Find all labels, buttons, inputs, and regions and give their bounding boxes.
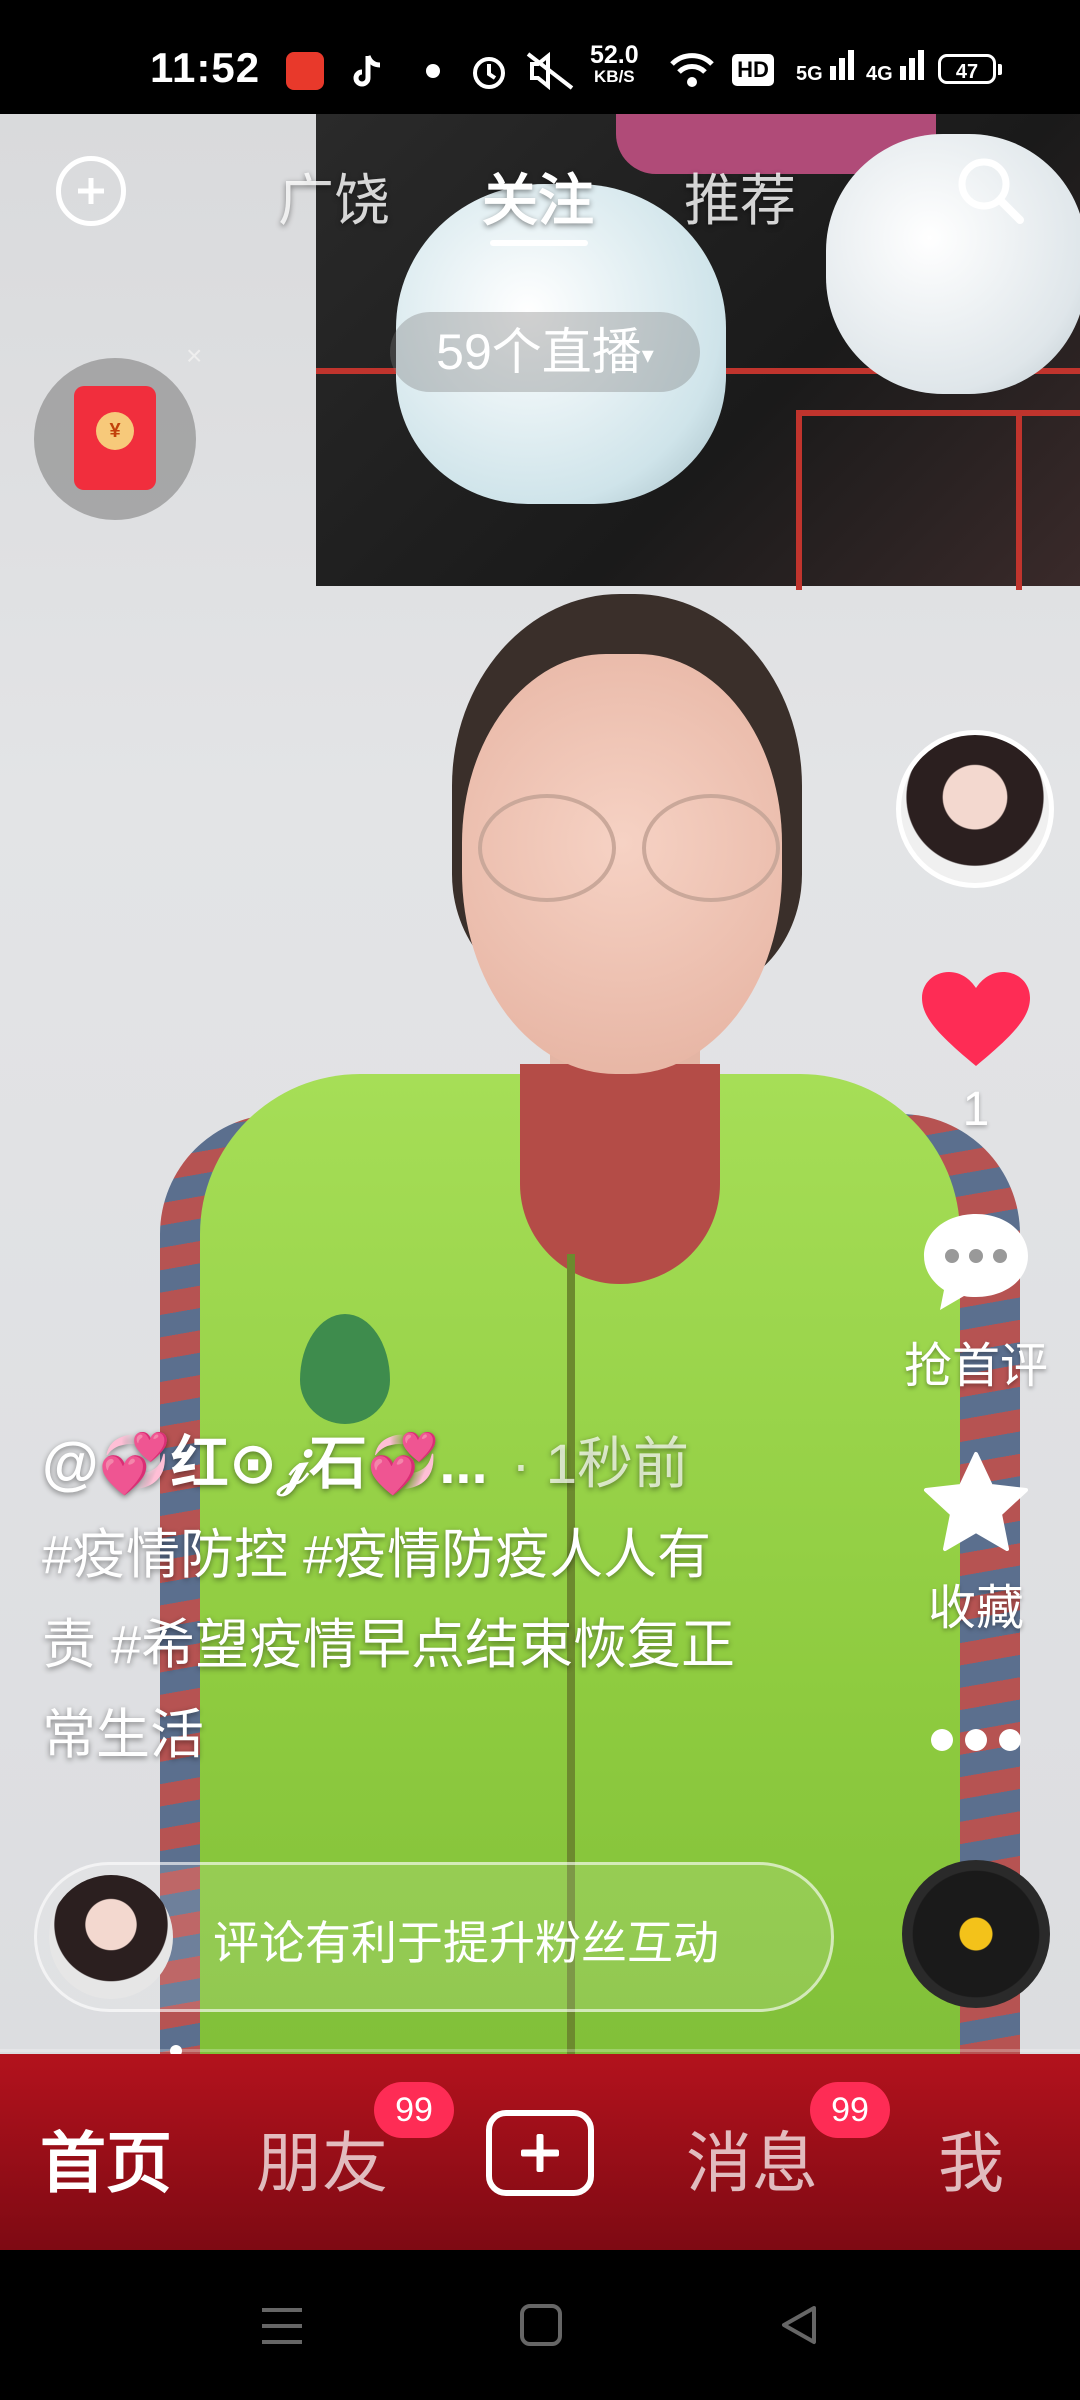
tab-friends[interactable]: 朋友	[256, 2110, 388, 2206]
signal-4g-label: 4G	[866, 63, 893, 85]
messages-badge: 99	[810, 2082, 890, 2138]
tab-following[interactable]: 关注	[482, 156, 594, 237]
post-caption: @💞红⊙𝒿石💞... · 1秒前 #疫情防控 #疫情防疫人人有责 #希望疫情早点结…	[42, 1424, 762, 1780]
author-line: @💞红⊙𝒿石💞... · 1秒前	[42, 1424, 762, 1504]
alarm-icon	[473, 57, 505, 89]
like-count: 1	[962, 1083, 990, 1136]
heart-icon[interactable]	[920, 970, 1032, 1070]
red-packet-button[interactable]: ¥	[34, 358, 196, 520]
signal-5g-label: 5G	[796, 63, 823, 85]
author-name[interactable]: @💞红⊙𝒿石💞...	[42, 1431, 488, 1496]
post-time: · 1秒前	[511, 1432, 690, 1495]
network-speed-value: 52.0	[590, 41, 639, 69]
tab-me[interactable]: 我	[938, 2110, 1004, 2206]
menu-icon[interactable]	[258, 2304, 306, 2348]
video-progress-track[interactable]	[0, 2049, 1080, 2052]
comment-icon[interactable]	[918, 1210, 1034, 1314]
more-icon[interactable]	[930, 1728, 1022, 1752]
status-bar: 11:52 52.0 KB/S HD 5G 4G 47	[0, 0, 1080, 114]
favorite-label: 收藏	[927, 1582, 1024, 1635]
comment-label: 抢首评	[903, 1340, 1048, 1393]
tab-local[interactable]: 广饶	[278, 156, 390, 237]
search-icon[interactable]	[954, 154, 1026, 226]
system-navigation-bar	[0, 2250, 1080, 2400]
close-icon[interactable]: ×	[186, 340, 202, 372]
glasses-left-lens	[478, 794, 616, 902]
star-icon[interactable]	[920, 1450, 1032, 1558]
back-icon[interactable]	[776, 2302, 822, 2348]
active-tab-indicator	[490, 240, 588, 246]
create-video-button[interactable]	[486, 2110, 594, 2196]
tiktok-app-icon	[353, 55, 381, 87]
hd-icon: HD	[732, 54, 774, 86]
mute-icon	[526, 52, 574, 90]
network-speed: 52.0 KB/S	[590, 41, 639, 88]
chevron-down-icon: ▾	[641, 341, 654, 369]
tab-messages[interactable]: 消息	[686, 2110, 818, 2206]
user-avatar	[49, 1875, 173, 1999]
author-avatar[interactable]	[896, 730, 1054, 888]
comment-input-bar[interactable]: 评论有利于提升粉丝互动	[34, 1862, 834, 2012]
post-description[interactable]: #疫情防控 #疫情防疫人人有责 #希望疫情早点结束恢复正常生活	[42, 1510, 742, 1780]
network-speed-unit: KB/S	[594, 67, 635, 86]
battery-icon: 47	[938, 54, 1002, 84]
coin-icon: ¥	[96, 412, 134, 450]
toutiao-app-icon	[286, 52, 324, 90]
wifi-icon	[670, 53, 714, 87]
red-packet-icon: ¥	[74, 386, 156, 490]
glasses-right-lens	[642, 794, 780, 902]
signal-4g-icon: 4G	[866, 50, 925, 86]
status-time: 11:52	[150, 44, 261, 91]
signal-5g-icon: 5G	[796, 50, 855, 86]
tab-recommended[interactable]: 推荐	[684, 156, 796, 237]
vest-collar	[520, 1064, 720, 1284]
notification-dot	[426, 64, 440, 78]
add-circle-icon[interactable]	[56, 156, 126, 226]
tab-home[interactable]: 首页	[40, 2110, 172, 2206]
home-icon[interactable]	[518, 2302, 564, 2348]
battery-level: 47	[955, 61, 979, 83]
live-count-dropdown[interactable]: 59个直播▾	[390, 312, 700, 392]
live-count-label: 59个直播	[436, 324, 642, 380]
music-disc-icon[interactable]	[902, 1860, 1050, 2008]
friends-badge: 99	[374, 2082, 454, 2138]
comment-prompt: 评论有利于提升粉丝互动	[213, 1917, 719, 1969]
hd-label: HD	[737, 57, 769, 82]
